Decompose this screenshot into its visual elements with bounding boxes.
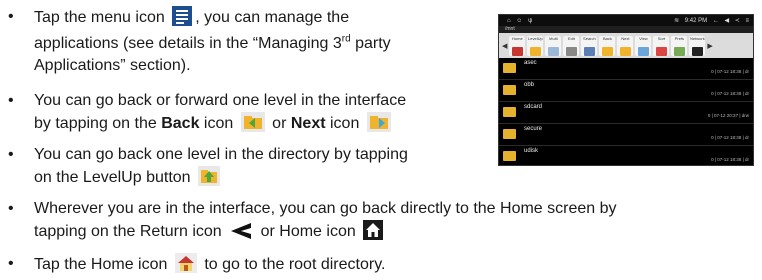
- bullet-line: Tap the menu icon , you can manage the: [34, 6, 494, 33]
- bullet-dot: •: [8, 146, 14, 163]
- return-icon: ≺: [734, 18, 740, 24]
- bullet-dot: •: [8, 200, 14, 217]
- path-bar: /mnt: [499, 26, 753, 33]
- bullet-line: Applications” section).: [34, 57, 191, 74]
- toolbar-back[interactable]: Back: [599, 35, 616, 56]
- toolbar-search[interactable]: Search: [581, 35, 598, 56]
- bullet-line: Wherever you are in the interface, you c…: [34, 200, 617, 217]
- list-item[interactable]: udisk 0 | 07-12 18:38 | dr: [499, 146, 753, 165]
- toolbar-next[interactable]: Next: [617, 35, 634, 56]
- menu-icon: [172, 6, 193, 33]
- wifi-icon: ≋: [674, 18, 680, 24]
- usb-icon: ψ: [528, 17, 533, 24]
- folder-icon: [503, 151, 516, 161]
- menu-icon: ≡: [745, 18, 749, 24]
- clock: 9:42 PM: [684, 18, 708, 24]
- bullet-line: by tapping on the Back icon or Next icon: [34, 112, 504, 139]
- bullet-dot: •: [8, 92, 14, 109]
- home-status-icon: ⌂: [507, 17, 511, 24]
- toolbar-sort[interactable]: Sort: [653, 35, 670, 56]
- folder-icon: [503, 129, 516, 139]
- bullet-line: on the LevelUp button: [34, 166, 494, 193]
- file-manager-screenshot: ⌂ ☺ ψ ≋ 9:42 PM ← ◀ ≺ ≡ /mnt ◀ Home Leve…: [498, 14, 754, 166]
- scroll-right-icon[interactable]: ▶: [707, 42, 712, 50]
- toolbar-multi[interactable]: Multi: [545, 35, 562, 56]
- toolbar-edit[interactable]: Edit: [563, 35, 580, 56]
- list-item[interactable]: obb 0 | 07-12 18:38 | dr: [499, 80, 753, 102]
- folder-icon: [503, 107, 516, 117]
- android-icon: ☺: [516, 17, 523, 24]
- bullet-dot: •: [8, 255, 14, 272]
- next-icon: [366, 112, 391, 139]
- return-icon: [229, 222, 253, 247]
- status-bar: ⌂ ☺ ψ ≋ 9:42 PM ← ◀ ≺ ≡: [499, 15, 753, 26]
- toolbar-view[interactable]: View: [635, 35, 652, 56]
- back-icon: [240, 112, 265, 139]
- toolbar-prefs[interactable]: Prefs: [671, 35, 688, 56]
- scroll-left-icon[interactable]: ◀: [502, 42, 507, 50]
- toolbar-network[interactable]: Network: [689, 35, 706, 56]
- folder-icon: [503, 85, 516, 95]
- list-item[interactable]: sdcard 0 | 07-12 20:37 | drw: [499, 102, 753, 124]
- root-home-icon: [174, 253, 197, 280]
- bullet-dot: •: [8, 8, 14, 25]
- back-arrow-icon: ←: [712, 18, 719, 24]
- folder-icon: [503, 63, 516, 73]
- bullet-line: You can go back one level in the directo…: [34, 146, 408, 163]
- toolbar: ◀ Home LevelUp Multi Edit Search Back Ne…: [499, 33, 753, 58]
- toolbar-home[interactable]: Home: [509, 35, 526, 56]
- levelup-icon: [198, 166, 221, 193]
- list-item[interactable]: asec 0 | 07-12 18:38 | dr: [499, 58, 753, 80]
- volume-icon: ◀: [724, 18, 730, 24]
- toolbar-levelup[interactable]: LevelUp: [527, 35, 544, 56]
- home-icon: [363, 220, 384, 247]
- bullet-line: applications (see details in the “Managi…: [34, 33, 391, 52]
- list-item[interactable]: secure 0 | 07-12 18:38 | dr: [499, 124, 753, 146]
- bullet-line: tapping on the Return icon or Home icon: [34, 220, 758, 247]
- folder-list: asec 0 | 07-12 18:38 | dr obb 0 | 07-12 18…: [499, 58, 753, 165]
- bullet-line: You can go back or forward one level in …: [34, 92, 407, 109]
